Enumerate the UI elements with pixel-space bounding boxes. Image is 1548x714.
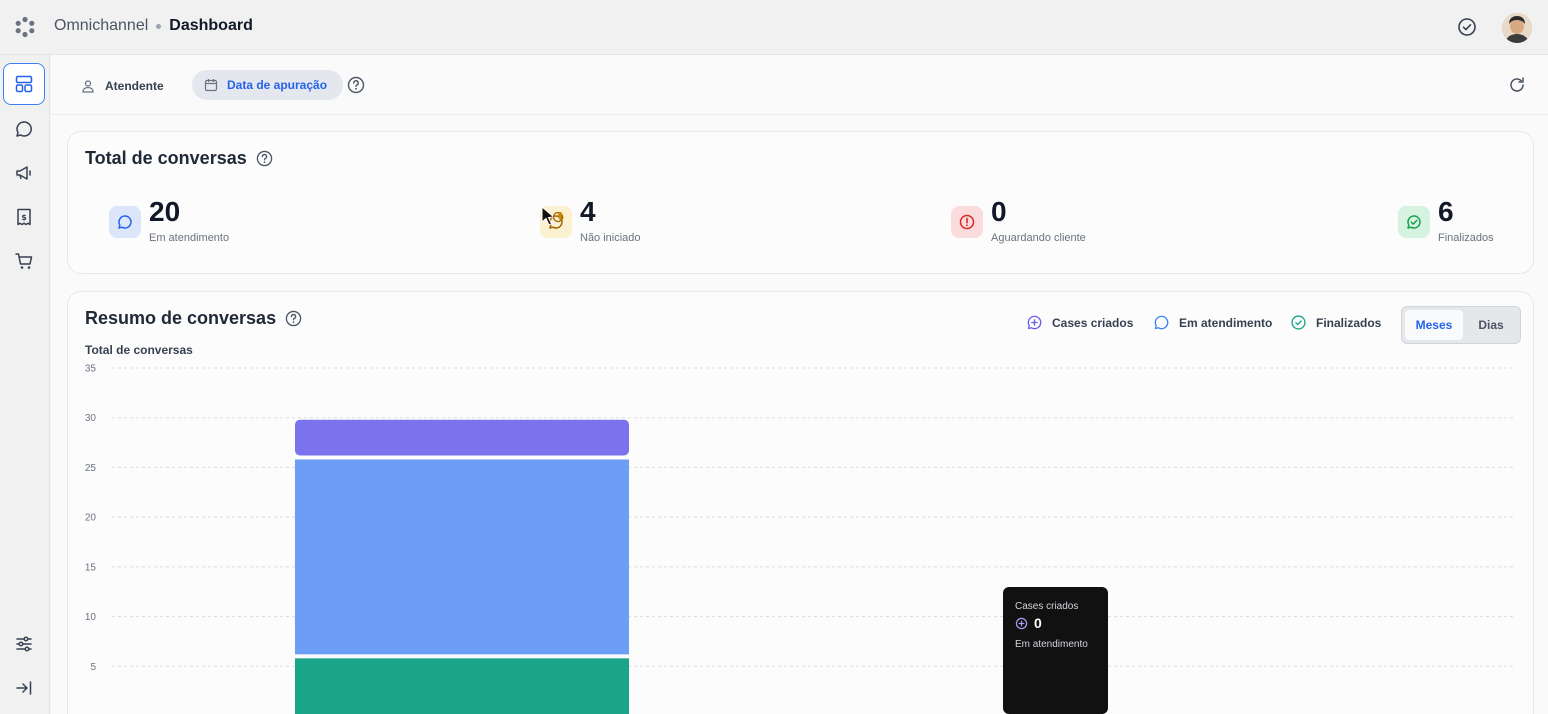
plus-circle-icon [1027, 315, 1042, 330]
stat-label: Aguardando cliente [991, 232, 1086, 244]
chat-icon [1154, 315, 1169, 330]
y-tick-label: 30 [85, 413, 97, 424]
settings-sliders-icon [16, 636, 32, 652]
refresh-icon[interactable] [1507, 75, 1527, 95]
resumo-conversas-title: Resumo de conversas [85, 308, 277, 328]
filter-atendente[interactable]: Atendente [81, 73, 164, 99]
chat-icon [16, 121, 32, 137]
help-icon[interactable] [285, 310, 302, 327]
breadcrumb-separator [156, 23, 162, 29]
stat-label: Em atendimento [149, 232, 230, 244]
sidebar: $ [0, 55, 50, 714]
check-circle-icon [1291, 315, 1306, 330]
total-conversas-title-row: Total de conversas [85, 148, 273, 169]
y-tick-label: 35 [85, 364, 97, 375]
bar-segment-finalizados[interactable] [295, 658, 629, 714]
chart-subtitle: Total de conversas [85, 343, 193, 357]
y-tick-label: 25 [85, 463, 97, 474]
page-title: Dashboard [169, 17, 253, 34]
stat-value: 4 [580, 196, 596, 227]
stacked-bar-chart: 5 10 15 20 25 30 35 [85, 364, 1516, 714]
breadcrumb: Omnichannel Dashboard [54, 17, 253, 35]
collapse-icon [16, 681, 32, 695]
filter-data-label: Data de apuração [227, 78, 328, 92]
bar-segment-cases-criados[interactable] [295, 419, 629, 456]
resumo-title-row: Resumo de conversas [85, 308, 302, 329]
logo-icon[interactable] [14, 16, 36, 38]
sidebar-item-settings[interactable] [3, 623, 45, 665]
user-icon [82, 80, 94, 93]
calendar-icon [204, 79, 218, 92]
avatar[interactable] [1502, 13, 1532, 43]
sidebar-item-chat[interactable] [3, 108, 45, 150]
mouse-cursor-icon [541, 206, 563, 226]
tooltip-label: Cases criados [1015, 601, 1079, 612]
resumo-conversas-card: Resumo de conversas Cases criados Em ate… [67, 291, 1534, 714]
filter-bar: Atendente Data de apuração [51, 55, 1548, 115]
stat-value: 0 [991, 196, 1007, 227]
period-toggle: Meses Dias [1401, 306, 1521, 344]
help-icon[interactable] [256, 150, 273, 167]
check-circle-icon[interactable] [1457, 17, 1477, 37]
bar-segment-em-atendimento[interactable] [295, 459, 629, 655]
y-tick-label: 20 [85, 513, 97, 524]
stat-value: 6 [1438, 196, 1454, 227]
main-content: Atendente Data de apuração Total de conv… [51, 55, 1548, 714]
stat-value: 20 [149, 196, 181, 227]
sidebar-item-store[interactable] [3, 240, 45, 282]
dashboard-icon [15, 75, 33, 93]
legend-cases-criados[interactable]: Cases criados [1026, 314, 1133, 331]
tooltip-label: Em atendimento [1015, 639, 1088, 650]
filter-data-apuracao[interactable]: Data de apuração [192, 70, 344, 100]
cart-icon [15, 253, 33, 269]
y-tick-label: 10 [85, 612, 97, 623]
plus-circle-icon [1015, 617, 1028, 629]
y-tick-label: 5 [90, 662, 96, 673]
megaphone-icon [16, 166, 31, 180]
toggle-meses[interactable]: Meses [1405, 310, 1463, 340]
tooltip-value: 0 [1034, 615, 1042, 631]
tooltip-row: 0 [1015, 615, 1096, 631]
total-conversas-title: Total de conversas [85, 148, 247, 168]
help-icon[interactable] [347, 76, 365, 94]
legend-label: Em atendimento [1179, 315, 1273, 330]
filter-atendente-label: Atendente [105, 79, 164, 93]
legend-em-atendimento[interactable]: Em atendimento [1153, 314, 1272, 331]
sidebar-collapse-button[interactable] [3, 667, 45, 709]
stat-label: Não iniciado [580, 232, 641, 244]
alert-icon [951, 206, 983, 238]
y-tick-label: 15 [85, 562, 97, 573]
sidebar-item-billing[interactable]: $ [3, 196, 45, 238]
stat-label: Finalizados [1438, 232, 1494, 244]
receipt-icon: $ [17, 208, 31, 226]
toggle-dias[interactable]: Dias [1464, 310, 1518, 340]
legend-label: Cases criados [1052, 315, 1134, 330]
sidebar-item-campaigns[interactable] [3, 152, 45, 194]
legend-finalizados[interactable]: Finalizados [1290, 314, 1381, 331]
svg-text:$: $ [21, 213, 27, 222]
total-conversas-card: Total de conversas 20 Em atendimento 4 N… [67, 131, 1534, 274]
breadcrumb-app[interactable]: Omnichannel [54, 17, 148, 35]
chat-check-icon [1398, 206, 1430, 238]
sidebar-item-dashboard[interactable] [3, 63, 45, 105]
top-bar: Omnichannel Dashboard [0, 0, 1548, 55]
legend-label: Finalizados [1316, 315, 1382, 330]
chat-icon [109, 206, 141, 238]
chart-tooltip: Cases criados 0 Em atendimento [1003, 587, 1108, 714]
